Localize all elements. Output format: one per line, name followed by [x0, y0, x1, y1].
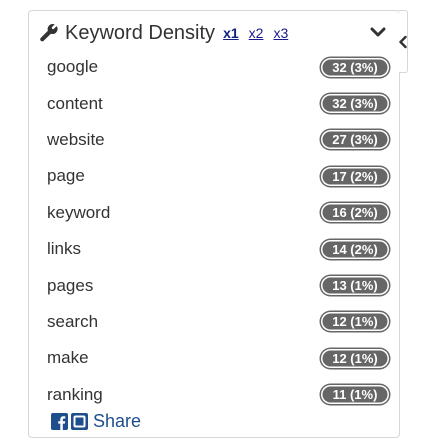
multiplier-x3-link[interactable]: x3 [273, 25, 288, 41]
panel-title: Keyword Density [65, 21, 216, 44]
panel-header: Keyword Density x1 x2 x3 [39, 19, 389, 47]
count-badge: 16 (2%) [321, 203, 389, 223]
list-item: content 32 (3%) [47, 85, 389, 121]
list-item: keyword 16 (2%) [47, 195, 389, 231]
list-item: make 12 (1%) [47, 340, 389, 376]
keyword-label: make [47, 348, 89, 368]
count-badge: 13 (1%) [321, 276, 389, 296]
count-badge: 32 (3%) [321, 94, 389, 114]
keyword-list: google 32 (3%) content 32 (3%) website 2… [47, 49, 389, 413]
share-box-icon [71, 413, 88, 430]
list-item: pages 13 (1%) [47, 267, 389, 303]
list-item: search 12 (1%) [47, 304, 389, 340]
keyword-label: search [47, 311, 99, 331]
count-badge: 32 (3%) [321, 57, 389, 77]
keyword-label: google [47, 57, 99, 77]
keyword-label: page [47, 166, 85, 186]
list-item: website 27 (3%) [47, 122, 389, 158]
list-item: ranking 11 (1%) [47, 377, 389, 413]
keyword-label: links [47, 239, 82, 259]
share-label: Share [93, 411, 142, 431]
count-badge: 27 (3%) [321, 130, 389, 150]
list-item: google 32 (3%) [47, 49, 389, 85]
keyword-density-panel: Keyword Density x1 x2 x3 google 32 (3%) … [28, 10, 400, 438]
chevron-left-icon [399, 35, 407, 49]
wrench-icon [40, 24, 58, 42]
count-badge: 12 (1%) [321, 312, 389, 332]
count-badge: 14 (2%) [321, 239, 389, 259]
keyword-label: website [47, 129, 105, 149]
chevron-down-icon[interactable] [369, 23, 387, 41]
count-badge: 17 (2%) [321, 166, 389, 186]
side-collapse-tab[interactable] [399, 10, 408, 73]
keyword-label: pages [47, 275, 94, 295]
count-badge: 11 (1%) [321, 385, 389, 405]
keyword-label: ranking [47, 384, 103, 404]
multiplier-x2-link[interactable]: x2 [249, 25, 264, 41]
share-button[interactable]: Share [51, 411, 141, 432]
list-item: links 14 (2%) [47, 231, 389, 267]
keyword-label: content [47, 93, 103, 113]
multiplier-x1-link[interactable]: x1 [223, 25, 239, 41]
keyword-label: keyword [47, 202, 111, 222]
list-item: page 17 (2%) [47, 158, 389, 194]
facebook-icon [51, 413, 68, 430]
count-badge: 12 (1%) [321, 348, 389, 368]
